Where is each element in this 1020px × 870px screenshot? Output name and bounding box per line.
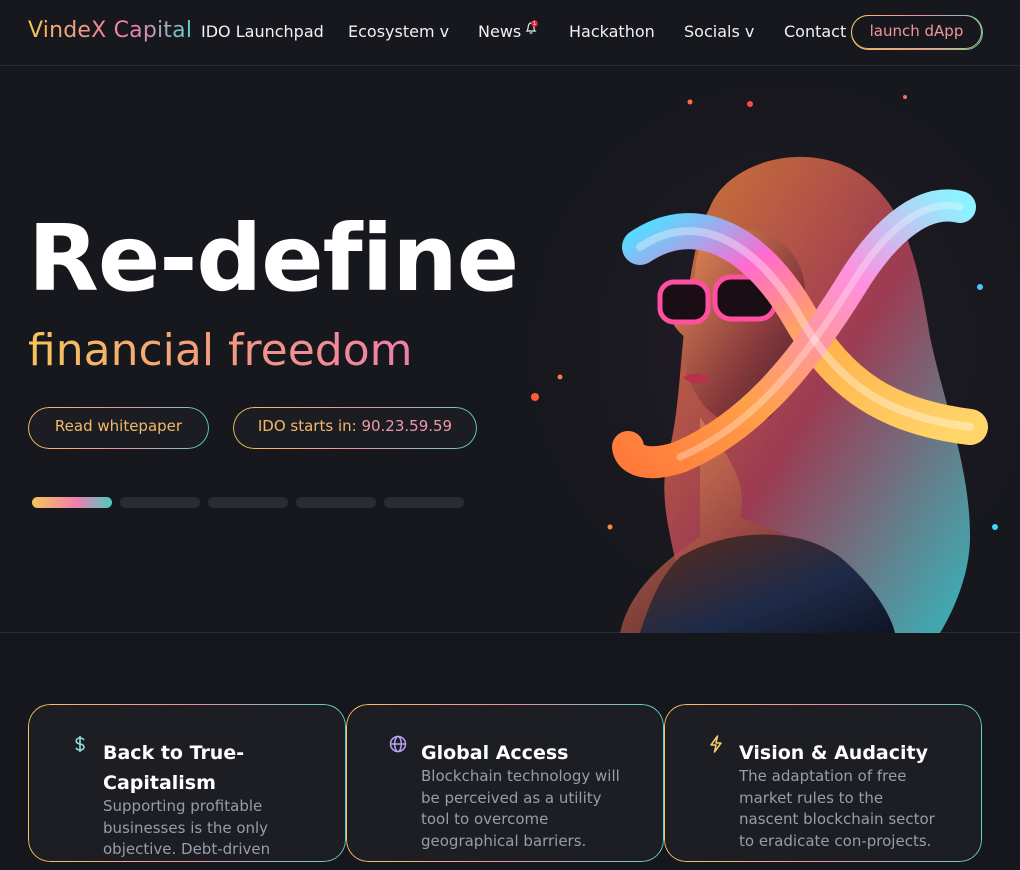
nav-ecosystem[interactable]: Ecosystem v [348, 22, 449, 41]
nav-ido-launchpad[interactable]: IDO Launchpad [201, 22, 324, 41]
nav-contact[interactable]: Contact [784, 22, 846, 41]
feature-card-vision: Vision & Audacity The adaptation of free… [664, 704, 982, 862]
feature-title: Back to True-Capitalism [103, 742, 245, 794]
dollar-icon [75, 736, 85, 752]
slide-dot-4[interactable] [296, 497, 376, 508]
feature-text: The adaptation of free market rules to t… [739, 767, 935, 850]
feature-title: Global Access [421, 742, 569, 764]
ido-countdown: 90.23.59.59 [361, 417, 453, 435]
slide-dot-5[interactable] [384, 497, 464, 508]
brand-logo[interactable]: VindeX Capital [28, 18, 192, 43]
slide-dot-3[interactable] [208, 497, 288, 508]
lightning-icon [710, 735, 722, 753]
news-badge: 1 [533, 21, 536, 27]
nav-hackathon[interactable]: Hackathon [569, 22, 655, 41]
feature-text: Blockchain technology will be perceived … [421, 767, 620, 850]
feature-card-global-access: Global Access Blockchain technology will… [346, 704, 664, 862]
hero-section: Re-define financial freedom Read whitepa… [0, 67, 1020, 633]
hero-subtitle: financial freedom [28, 325, 413, 376]
nav-news[interactable]: News [478, 22, 521, 41]
hero-illustration [500, 87, 1020, 633]
hero-title: Re-define [28, 205, 519, 312]
nav-socials[interactable]: Socials v [684, 22, 754, 41]
site-header: VindeX Capital IDO Launchpad Ecosystem v… [0, 0, 1020, 66]
globe-icon [389, 735, 407, 753]
slide-dot-1[interactable] [32, 497, 112, 508]
read-whitepaper-button[interactable]: Read whitepaper [28, 407, 209, 449]
ido-label: IDO starts in: [257, 417, 357, 435]
ido-countdown-button[interactable]: IDO starts in: 90.23.59.59 [233, 407, 477, 449]
launch-dapp-button[interactable]: launch dApp [851, 15, 982, 49]
slide-dot-2[interactable] [120, 497, 200, 508]
feature-card-capitalism: Back to True-Capitalism Supporting profi… [28, 704, 346, 862]
bell-icon: 1 [525, 20, 538, 34]
feature-title: Vision & Audacity [739, 742, 928, 764]
feature-text: Supporting profitable businesses is the … [103, 797, 281, 862]
